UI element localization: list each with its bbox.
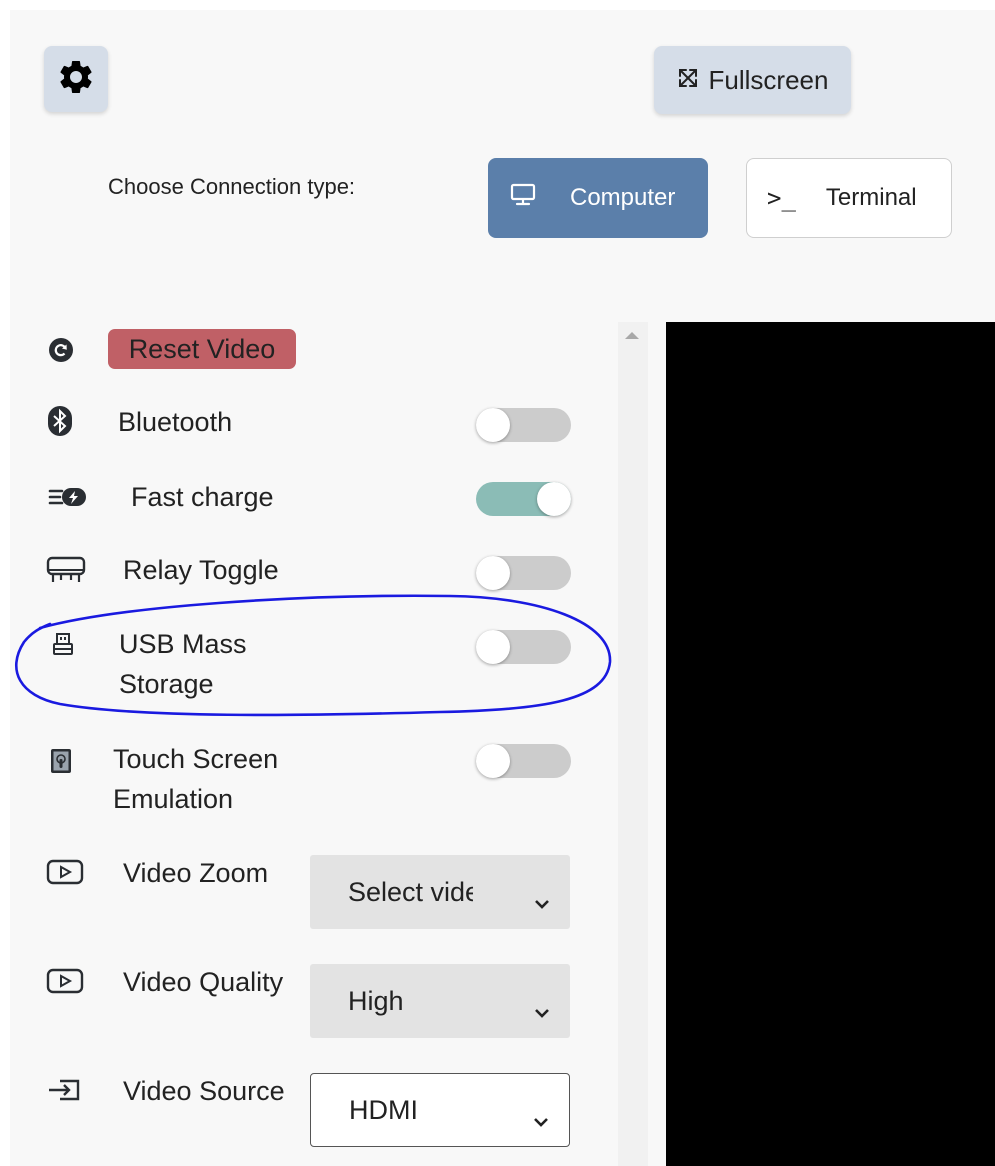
video-quality-value: High bbox=[348, 985, 404, 1016]
relay-icon bbox=[46, 556, 86, 584]
touch-screen-label-line1: Touch Screen bbox=[113, 744, 279, 774]
expand-arrows-icon bbox=[677, 65, 709, 96]
video-zoom-label: Video Zoom bbox=[123, 858, 269, 888]
bluetooth-label: Bluetooth bbox=[118, 407, 233, 437]
input-source-icon bbox=[46, 1078, 82, 1102]
video-display[interactable] bbox=[666, 322, 995, 1166]
connection-terminal-button[interactable]: >_ Terminal bbox=[746, 158, 952, 238]
monitor-icon bbox=[510, 183, 536, 214]
fast-charge-toggle[interactable] bbox=[476, 482, 571, 516]
toggle-knob bbox=[476, 630, 510, 664]
play-icon bbox=[46, 859, 84, 885]
video-source-select[interactable]: HDMI bbox=[310, 1073, 570, 1147]
fullscreen-button[interactable]: Fullscreen bbox=[654, 46, 851, 114]
toggle-knob bbox=[476, 556, 510, 590]
video-quality-label: Video Quality bbox=[123, 967, 284, 997]
terminal-prompt-icon: >_ bbox=[767, 184, 796, 212]
chevron-down-icon bbox=[534, 886, 550, 917]
touch-screen-emulation-toggle[interactable] bbox=[476, 744, 571, 778]
play-icon bbox=[46, 968, 84, 994]
relay-toggle[interactable] bbox=[476, 556, 571, 590]
usb-mass-storage-toggle[interactable] bbox=[476, 630, 571, 664]
fullscreen-label: Fullscreen bbox=[708, 64, 829, 95]
fast-charge-label: Fast charge bbox=[131, 482, 274, 512]
video-source-value: HDMI bbox=[349, 1094, 418, 1125]
connection-computer-label: Computer bbox=[570, 184, 676, 211]
touch-screen-icon bbox=[50, 748, 72, 774]
video-zoom-value: Select video zoom bbox=[348, 876, 473, 907]
usb-mass-storage-label-line1: USB Mass bbox=[119, 629, 247, 659]
toggle-knob bbox=[476, 408, 510, 442]
usb-drive-icon bbox=[52, 632, 74, 656]
refresh-icon bbox=[48, 337, 74, 363]
chevron-down-icon bbox=[533, 1104, 549, 1135]
scroll-up-arrow-icon[interactable] bbox=[625, 332, 639, 339]
bluetooth-toggle[interactable] bbox=[476, 408, 571, 442]
touch-screen-label-line2: Emulation bbox=[113, 784, 234, 814]
settings-button[interactable] bbox=[44, 46, 108, 112]
fast-charge-icon bbox=[48, 486, 90, 508]
video-source-label: Video Source bbox=[123, 1076, 285, 1106]
toggle-knob bbox=[537, 482, 571, 516]
connection-computer-button[interactable]: Computer bbox=[488, 158, 708, 238]
reset-video-button[interactable]: Reset Video bbox=[108, 329, 296, 369]
gear-icon bbox=[56, 57, 96, 102]
usb-mass-storage-label: USB Mass Storage bbox=[119, 624, 247, 704]
connection-terminal-label: Terminal bbox=[825, 184, 917, 211]
usb-mass-storage-label-line2: Storage bbox=[119, 669, 214, 699]
bluetooth-icon bbox=[48, 406, 72, 436]
video-zoom-select[interactable]: Select video zoom bbox=[310, 855, 570, 929]
toggle-knob bbox=[476, 744, 510, 778]
connection-type-label: Choose Connection type: bbox=[108, 174, 356, 199]
relay-toggle-label: Relay Toggle bbox=[123, 555, 279, 585]
chevron-down-icon bbox=[534, 995, 550, 1026]
sidebar-scrollbar[interactable] bbox=[618, 322, 648, 1166]
touch-screen-emulation-label: Touch Screen Emulation bbox=[113, 739, 278, 819]
video-quality-select[interactable]: High bbox=[310, 964, 570, 1038]
